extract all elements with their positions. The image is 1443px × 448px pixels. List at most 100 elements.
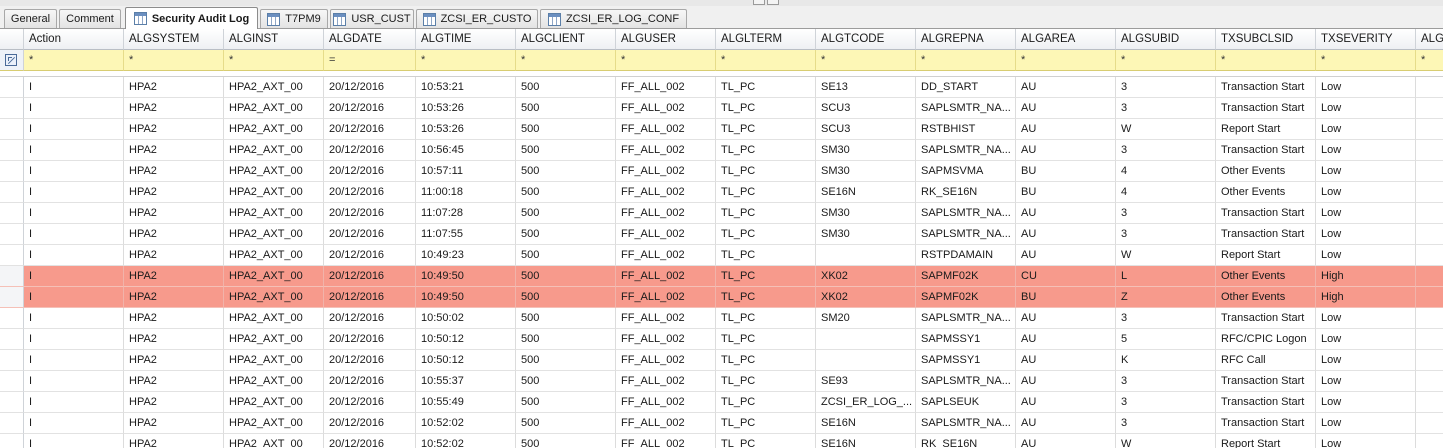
cell-alginst[interactable]: HPA2_AXT_00 bbox=[224, 413, 324, 434]
cell-alg[interactable] bbox=[1416, 77, 1443, 98]
cell-algtime[interactable]: 10:49:50 bbox=[416, 266, 516, 287]
cell-algtime[interactable]: 10:53:26 bbox=[416, 119, 516, 140]
cell-algsubid[interactable]: 3 bbox=[1116, 98, 1216, 119]
cell-alginst[interactable]: HPA2_AXT_00 bbox=[224, 287, 324, 308]
cell-alglterm[interactable]: TL_PC bbox=[716, 413, 816, 434]
cell-algrepna[interactable]: SAPLSEUK bbox=[916, 392, 1016, 413]
table-row[interactable]: I HPA2 HPA2_AXT_00 20/12/2016 10:55:49 500 FF_… bbox=[0, 392, 1443, 413]
cell-alguser[interactable]: FF_ALL_002 bbox=[616, 350, 716, 371]
cell-alglterm[interactable]: TL_PC bbox=[716, 161, 816, 182]
cell-algtcode[interactable]: SM30 bbox=[816, 161, 916, 182]
cell-algclient[interactable]: 500 bbox=[516, 287, 616, 308]
cell-algsubid[interactable]: W bbox=[1116, 119, 1216, 140]
cell-action[interactable]: I bbox=[24, 371, 124, 392]
cell-algtime[interactable]: 10:57:11 bbox=[416, 161, 516, 182]
cell-algclient[interactable]: 500 bbox=[516, 203, 616, 224]
row-selector[interactable] bbox=[0, 329, 24, 350]
cell-algdate[interactable]: 20/12/2016 bbox=[324, 140, 416, 161]
cell-algarea[interactable]: AU bbox=[1016, 350, 1116, 371]
row-selector[interactable] bbox=[0, 371, 24, 392]
cell-algsystem[interactable]: HPA2 bbox=[124, 266, 224, 287]
cell-alglterm[interactable]: TL_PC bbox=[716, 434, 816, 448]
cell-txsubclsid[interactable]: Transaction Start bbox=[1216, 392, 1316, 413]
cell-algsystem[interactable]: HPA2 bbox=[124, 182, 224, 203]
cell-algarea[interactable]: AU bbox=[1016, 140, 1116, 161]
cell-algtcode[interactable]: SE13 bbox=[816, 77, 916, 98]
cell-algarea[interactable]: AU bbox=[1016, 329, 1116, 350]
cell-algclient[interactable]: 500 bbox=[516, 413, 616, 434]
cell-txsubclsid[interactable]: Transaction Start bbox=[1216, 77, 1316, 98]
filter-input-algarea[interactable]: * bbox=[1016, 50, 1116, 71]
cell-action[interactable]: I bbox=[24, 287, 124, 308]
cell-algdate[interactable]: 20/12/2016 bbox=[324, 77, 416, 98]
cell-algrepna[interactable]: RSTPDAMAIN bbox=[916, 245, 1016, 266]
cell-alginst[interactable]: HPA2_AXT_00 bbox=[224, 308, 324, 329]
column-header-row[interactable]: Action ALGSYSTEM ALGINST ALGDATE ALGTIME ALGC… bbox=[0, 29, 1443, 50]
cell-algdate[interactable]: 20/12/2016 bbox=[324, 287, 416, 308]
cell-algtime[interactable]: 10:55:37 bbox=[416, 371, 516, 392]
cell-alguser[interactable]: FF_ALL_002 bbox=[616, 140, 716, 161]
cell-txseverity[interactable]: Low bbox=[1316, 161, 1416, 182]
column-header-action[interactable]: Action bbox=[24, 29, 124, 50]
cell-algsystem[interactable]: HPA2 bbox=[124, 392, 224, 413]
cell-action[interactable]: I bbox=[24, 77, 124, 98]
tab-general[interactable]: General bbox=[4, 9, 57, 28]
cell-alglterm[interactable]: TL_PC bbox=[716, 77, 816, 98]
cell-algarea[interactable]: AU bbox=[1016, 203, 1116, 224]
table-row-highlighted[interactable]: I HPA2 HPA2_AXT_00 20/12/2016 10:49:50 500 FF_… bbox=[0, 287, 1443, 308]
table-row[interactable]: I HPA2 HPA2_AXT_00 20/12/2016 10:55:37 500 FF_… bbox=[0, 371, 1443, 392]
cell-algtime[interactable]: 11:07:55 bbox=[416, 224, 516, 245]
tab-t7pm9[interactable]: T7PM9 bbox=[260, 9, 328, 28]
row-selector[interactable] bbox=[0, 119, 24, 140]
cell-algclient[interactable]: 500 bbox=[516, 98, 616, 119]
cell-txsubclsid[interactable]: Transaction Start bbox=[1216, 308, 1316, 329]
table-row[interactable]: I HPA2 HPA2_AXT_00 20/12/2016 10:52:02 500 FF_… bbox=[0, 413, 1443, 434]
cell-algtime[interactable]: 10:50:12 bbox=[416, 350, 516, 371]
cell-txseverity[interactable]: Low bbox=[1316, 329, 1416, 350]
cell-txsubclsid[interactable]: Transaction Start bbox=[1216, 140, 1316, 161]
cell-alguser[interactable]: FF_ALL_002 bbox=[616, 434, 716, 448]
table-row[interactable]: I HPA2 HPA2_AXT_00 20/12/2016 10:52:02 500 FF_… bbox=[0, 434, 1443, 448]
cell-algclient[interactable]: 500 bbox=[516, 329, 616, 350]
column-header-algtcode[interactable]: ALGTCODE bbox=[816, 29, 916, 50]
cell-txsubclsid[interactable]: Other Events bbox=[1216, 161, 1316, 182]
cell-algtime[interactable]: 10:52:02 bbox=[416, 434, 516, 448]
cell-alg[interactable] bbox=[1416, 329, 1443, 350]
row-selector[interactable] bbox=[0, 140, 24, 161]
filter-toggle-icon[interactable] bbox=[5, 54, 17, 66]
cell-algdate[interactable]: 20/12/2016 bbox=[324, 434, 416, 448]
cell-txseverity[interactable]: Low bbox=[1316, 350, 1416, 371]
filter-input-alg[interactable]: * bbox=[1416, 50, 1443, 71]
cell-algarea[interactable]: AU bbox=[1016, 371, 1116, 392]
cell-alg[interactable] bbox=[1416, 224, 1443, 245]
cell-algclient[interactable]: 500 bbox=[516, 350, 616, 371]
cell-algdate[interactable]: 20/12/2016 bbox=[324, 119, 416, 140]
row-selector[interactable] bbox=[0, 350, 24, 371]
row-selector[interactable] bbox=[0, 308, 24, 329]
table-row[interactable]: I HPA2 HPA2_AXT_00 20/12/2016 10:56:45 500 FF_… bbox=[0, 140, 1443, 161]
cell-txseverity[interactable]: Low bbox=[1316, 77, 1416, 98]
cell-algrepna[interactable]: SAPLSMTR_NA... bbox=[916, 413, 1016, 434]
table-row-highlighted[interactable]: I HPA2 HPA2_AXT_00 20/12/2016 10:49:50 500 FF_… bbox=[0, 266, 1443, 287]
cell-action[interactable]: I bbox=[24, 203, 124, 224]
cell-algtcode[interactable]: SCU3 bbox=[816, 98, 916, 119]
cell-algarea[interactable]: AU bbox=[1016, 392, 1116, 413]
cell-algdate[interactable]: 20/12/2016 bbox=[324, 161, 416, 182]
cell-txseverity[interactable]: Low bbox=[1316, 182, 1416, 203]
tab-comment[interactable]: Comment bbox=[59, 9, 121, 28]
filter-input-alguser[interactable]: * bbox=[616, 50, 716, 71]
cell-algtcode[interactable]: XK02 bbox=[816, 266, 916, 287]
column-header-txseverity[interactable]: TXSEVERITY bbox=[1316, 29, 1416, 50]
filter-input-txseverity[interactable]: * bbox=[1316, 50, 1416, 71]
cell-alginst[interactable]: HPA2_AXT_00 bbox=[224, 182, 324, 203]
header-corner[interactable] bbox=[0, 29, 24, 50]
filter-input-algtime[interactable]: * bbox=[416, 50, 516, 71]
cell-algtcode[interactable]: ZCSI_ER_LOG_... bbox=[816, 392, 916, 413]
cell-algarea[interactable]: AU bbox=[1016, 98, 1116, 119]
cell-algclient[interactable]: 500 bbox=[516, 371, 616, 392]
cell-algtcode[interactable]: SM30 bbox=[816, 140, 916, 161]
column-header-algdate[interactable]: ALGDATE bbox=[324, 29, 416, 50]
cell-algrepna[interactable]: SAPMF02K bbox=[916, 266, 1016, 287]
column-header-algclient[interactable]: ALGCLIENT bbox=[516, 29, 616, 50]
splitter-grip-right[interactable] bbox=[767, 0, 779, 5]
